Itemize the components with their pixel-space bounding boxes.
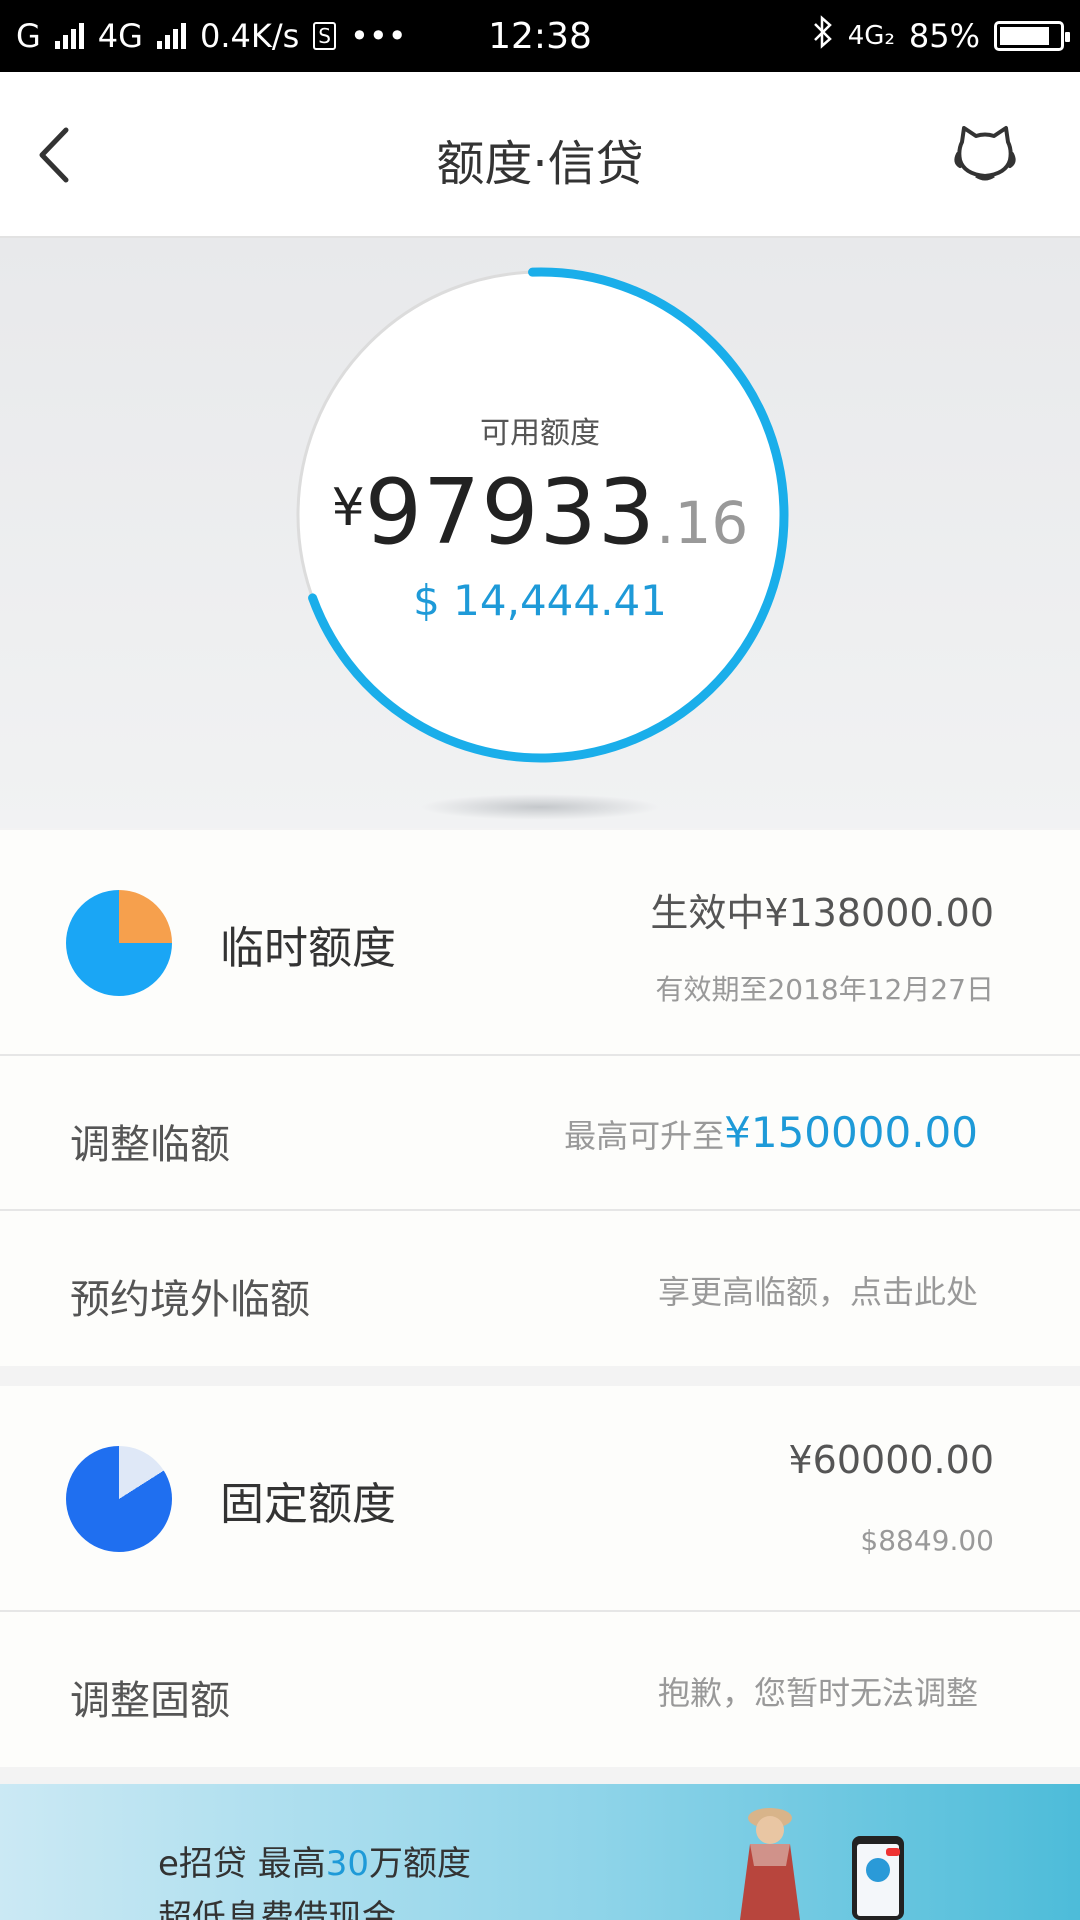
back-arrow-icon [39,127,69,183]
adjust-temporary-limit-label: 调整临额 [70,1122,230,1168]
temporary-limit-pie-icon [66,890,172,996]
fixed-limit-card: 固定额度 ¥60000.00 $8849.00 调整固额 抱歉，您暂时无法调整 [0,1386,1080,1767]
overseas-limit-label: 预约境外临额 [70,1277,310,1323]
banner-illustration [740,1808,904,1920]
app-notification-icon: S [313,22,336,50]
banner-headline-prefix: e招贷 最高 [158,1844,326,1884]
bluetooth-icon [812,15,834,57]
overseas-limit-hint: 享更高临额，点击此处 [657,1273,978,1311]
max-temporary-limit: ¥150000.00 [724,1108,978,1157]
network-type-1: G [16,17,41,55]
adjust-fixed-limit-label: 调整固额 [70,1678,230,1724]
hint-prefix: 最高可升至 [564,1117,725,1155]
temporary-limit-card: 临时额度 生效中¥138000.00 有效期至2018年12月27日 调整临额 … [0,830,1080,1366]
currency-symbol: ¥ [331,478,365,538]
banner-headline-suffix: 万额度 [369,1844,471,1884]
signal-icon-2 [156,23,186,49]
fixed-limit-pie-icon [66,1446,172,1552]
e-loan-promo-banner[interactable]: e招贷 最高30万额度 超低息费借现金 [0,1784,1080,1920]
temporary-limit-validity: 有效期至2018年12月27日 [655,973,994,1006]
status-right: 4G₂ 85% [812,15,1070,57]
available-credit-amount: ¥97933.16 [0,460,1080,565]
adjust-fixed-limit-row[interactable]: 调整固额 抱歉，您暂时无法调整 [0,1612,1080,1767]
fixed-limit-usd: $8849.00 [860,1524,994,1557]
adjust-temporary-limit-hint: 最高可升至¥150000.00 [564,1108,978,1157]
page-title: 额度·信贷 [436,136,644,192]
customer-service-cat-icon [954,126,1016,181]
fixed-limit-amount: ¥60000.00 [788,1438,995,1482]
temporary-limit-row[interactable]: 临时额度 生效中¥138000.00 有效期至2018年12月27日 [0,830,1080,1056]
banner-subline: 超低息费借现金 [158,1898,396,1920]
temporary-limit-amount: 生效中¥138000.00 [650,891,994,935]
customer-service-button[interactable] [950,122,1020,188]
ring-shadow [420,794,660,820]
back-button[interactable] [24,122,84,188]
fixed-limit-title: 固定额度 [220,1479,396,1530]
adjust-fixed-limit-hint: 抱歉，您暂时无法调整 [657,1674,978,1712]
status-bar: G 4G 0.4K/s S ••• 12:38 4G₂ 85% [0,0,1080,72]
banner-headline: e招贷 最高30万额度 [158,1836,471,1885]
available-credit-label: 可用额度 [480,416,600,451]
adjust-temporary-limit-row[interactable]: 调整临额 最高可升至¥150000.00 [0,1056,1080,1211]
battery-icon [994,21,1070,51]
available-credit-panel: 可用额度 ¥97933.16 $ 14,444.41 [0,238,1080,828]
amount-decimal: .16 [656,489,749,557]
amount-integer: 97933 [364,460,657,565]
network-speed: 0.4K/s [199,17,300,55]
network-type-3: 4G₂ [847,21,895,51]
network-type-2: 4G [97,17,143,55]
navigation-bar: 额度·信贷 [0,72,1080,238]
more-notifications-icon: ••• [349,17,407,55]
overseas-limit-row[interactable]: 预约境外临额 享更高临额，点击此处 [0,1211,1080,1366]
signal-icon [54,23,84,49]
banner-headline-number: 30 [325,1844,369,1884]
battery-percent: 85% [908,17,980,55]
fixed-limit-row[interactable]: 固定额度 ¥60000.00 $8849.00 [0,1386,1080,1612]
available-credit-usd: $ 14,444.41 [413,576,667,625]
status-left: G 4G 0.4K/s S ••• [16,17,407,55]
temporary-limit-title: 临时额度 [220,923,396,974]
